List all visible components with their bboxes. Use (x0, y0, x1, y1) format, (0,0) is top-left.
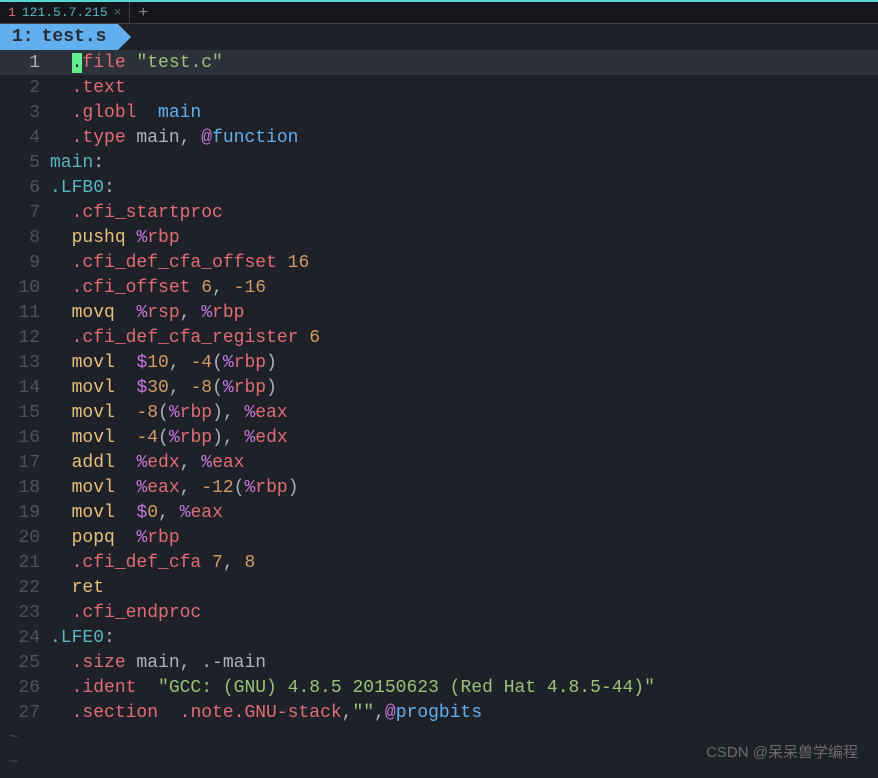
code-content[interactable]: .cfi_def_cfa_register 6 (50, 328, 878, 348)
code-content[interactable]: movl %eax, -12(%rbp) (50, 478, 878, 498)
line-number: 15 (0, 403, 50, 423)
line-number: 2 (0, 78, 50, 98)
code-content[interactable]: .size main, .-main (50, 653, 878, 673)
line-number: 22 (0, 578, 50, 598)
code-line[interactable]: 18 movl %eax, -12(%rbp) (0, 475, 878, 500)
code-line[interactable]: 1 .file "test.c" (0, 50, 878, 75)
code-line[interactable]: 12 .cfi_def_cfa_register 6 (0, 325, 878, 350)
code-content[interactable]: .section .note.GNU-stack,"",@progbits (50, 703, 878, 723)
line-number: 1 (0, 53, 50, 73)
code-content[interactable]: .cfi_def_cfa_offset 16 (50, 253, 878, 273)
code-content[interactable]: movl $30, -8(%rbp) (50, 378, 878, 398)
line-number: 8 (0, 228, 50, 248)
line-number: 13 (0, 353, 50, 373)
code-content[interactable]: movq %rsp, %rbp (50, 303, 878, 323)
add-tab-button[interactable]: + (130, 4, 156, 22)
code-line[interactable]: 21 .cfi_def_cfa 7, 8 (0, 550, 878, 575)
watermark: CSDN @呆呆兽学编程 (706, 741, 858, 762)
code-content[interactable]: addl %edx, %eax (50, 453, 878, 473)
code-line[interactable]: 20 popq %rbp (0, 525, 878, 550)
code-content[interactable]: popq %rbp (50, 528, 878, 548)
buffer-number: 1: (12, 27, 34, 47)
code-content[interactable]: .ident "GCC: (GNU) 4.8.5 20150623 (Red H… (50, 678, 878, 698)
code-line[interactable]: 22 ret (0, 575, 878, 600)
code-content[interactable]: .cfi_endproc (50, 603, 878, 623)
code-line[interactable]: 17 addl %edx, %eax (0, 450, 878, 475)
code-content[interactable]: pushq %rbp (50, 228, 878, 248)
code-content[interactable]: ret (50, 578, 878, 598)
code-line[interactable]: 3 .globl main (0, 100, 878, 125)
code-line[interactable]: 15 movl -8(%rbp), %eax (0, 400, 878, 425)
buffer-tab[interactable]: 1: test.s (0, 24, 118, 50)
code-line[interactable]: 14 movl $30, -8(%rbp) (0, 375, 878, 400)
code-content[interactable]: .text (50, 78, 878, 98)
line-number: 14 (0, 378, 50, 398)
code-content[interactable]: .cfi_startproc (50, 203, 878, 223)
line-number: 9 (0, 253, 50, 273)
code-content[interactable]: movl $0, %eax (50, 503, 878, 523)
code-line[interactable]: 6.LFB0: (0, 175, 878, 200)
code-content[interactable]: .cfi_def_cfa 7, 8 (50, 553, 878, 573)
line-number: 6 (0, 178, 50, 198)
line-number: 25 (0, 653, 50, 673)
code-line[interactable]: 2 .text (0, 75, 878, 100)
line-number: 5 (0, 153, 50, 173)
code-content[interactable]: .file "test.c" (50, 53, 878, 73)
code-line[interactable]: 16 movl -4(%rbp), %edx (0, 425, 878, 450)
close-icon[interactable]: × (114, 5, 122, 20)
code-line[interactable]: 19 movl $0, %eax (0, 500, 878, 525)
tab-name: 121.5.7.215 (22, 5, 108, 20)
code-content[interactable]: .type main, @function (50, 128, 878, 148)
code-content[interactable]: .LFE0: (50, 628, 878, 648)
code-line[interactable]: 8 pushq %rbp (0, 225, 878, 250)
code-editor[interactable]: 1 .file "test.c"2 .text3 .globl main4 .t… (0, 50, 878, 775)
code-line[interactable]: 7 .cfi_startproc (0, 200, 878, 225)
line-number: 23 (0, 603, 50, 623)
code-content[interactable]: main: (50, 153, 878, 173)
line-number: 16 (0, 428, 50, 448)
line-number: 19 (0, 503, 50, 523)
code-line[interactable]: 9 .cfi_def_cfa_offset 16 (0, 250, 878, 275)
line-number: 20 (0, 528, 50, 548)
code-content[interactable]: movl -8(%rbp), %eax (50, 403, 878, 423)
line-number: 12 (0, 328, 50, 348)
line-number: 7 (0, 203, 50, 223)
line-number: 11 (0, 303, 50, 323)
line-number: 26 (0, 678, 50, 698)
line-number: 3 (0, 103, 50, 123)
tab-bar: 1 121.5.7.215 × + (0, 2, 878, 24)
code-line[interactable]: 10 .cfi_offset 6, -16 (0, 275, 878, 300)
code-line[interactable]: 26 .ident "GCC: (GNU) 4.8.5 20150623 (Re… (0, 675, 878, 700)
code-content[interactable]: movl $10, -4(%rbp) (50, 353, 878, 373)
line-number: 10 (0, 278, 50, 298)
buffer-line: 1: test.s (0, 24, 878, 50)
code-line[interactable]: 24.LFE0: (0, 625, 878, 650)
code-line[interactable]: 13 movl $10, -4(%rbp) (0, 350, 878, 375)
buffer-filename: test.s (42, 27, 107, 47)
code-line[interactable]: 5main: (0, 150, 878, 175)
code-line[interactable]: 25 .size main, .-main (0, 650, 878, 675)
code-line[interactable]: 27 .section .note.GNU-stack,"",@progbits (0, 700, 878, 725)
code-content[interactable]: .LFB0: (50, 178, 878, 198)
code-content[interactable]: .globl main (50, 103, 878, 123)
line-number: 4 (0, 128, 50, 148)
tab-number: 1 (8, 5, 16, 20)
line-number: 18 (0, 478, 50, 498)
code-line[interactable]: 11 movq %rsp, %rbp (0, 300, 878, 325)
line-number: 17 (0, 453, 50, 473)
terminal-tab[interactable]: 1 121.5.7.215 × (0, 2, 130, 23)
code-content[interactable]: movl -4(%rbp), %edx (50, 428, 878, 448)
line-number: 21 (0, 553, 50, 573)
code-content[interactable]: .cfi_offset 6, -16 (50, 278, 878, 298)
code-line[interactable]: 23 .cfi_endproc (0, 600, 878, 625)
code-line[interactable]: 4 .type main, @function (0, 125, 878, 150)
line-number: 27 (0, 703, 50, 723)
line-number: 24 (0, 628, 50, 648)
